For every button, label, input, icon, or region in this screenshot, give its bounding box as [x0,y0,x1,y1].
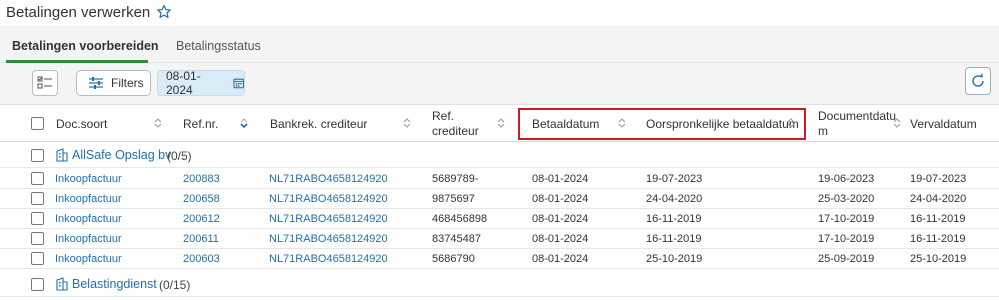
ref-nr-link[interactable]: 200611 [183,233,219,245]
ref-crediteur-cell: 5689789- [432,173,479,185]
group-name[interactable]: AllSafe Opslag bv [72,148,171,162]
table-row[interactable]: Inkoopfactuur 200603 NL71RABO4658124920 … [0,249,999,269]
col-bankrek-crediteur[interactable]: Bankrek. crediteur [270,117,367,131]
checklist-icon [37,76,52,89]
page-header: Betalingen verwerken [0,0,999,24]
select-columns-button[interactable] [32,70,58,96]
date-value: 08-01-2024 [166,69,201,97]
bankrek-link[interactable]: NL71RABO4658124920 [269,233,388,245]
group-checkbox[interactable] [31,149,44,162]
vervaldatum-cell: 25-10-2019 [910,253,967,265]
select-all-checkbox[interactable] [31,117,44,130]
documentdatum-cell: 19-06-2023 [818,173,875,185]
betaaldatum-cell: 08-01-2024 [532,193,589,205]
filters-label: Filters [111,76,144,90]
documentdatum-cell: 17-10-2019 [818,233,875,245]
table-row[interactable]: Inkoopfactuur 200611 NL71RABO4658124920 … [0,229,999,249]
refresh-icon [972,73,984,87]
vervaldatum-cell: 16-11-2019 [910,233,966,245]
vervaldatum-cell: 19-07-2023 [910,173,967,185]
date-filter-chip[interactable]: 08-01-2024 [157,69,245,97]
tab-bar: Betalingen voorbereiden Betalingsstatus [0,26,999,63]
ref-nr-link[interactable]: 200612 [183,213,220,225]
bankrek-link[interactable]: NL71RABO4658124920 [269,173,388,185]
table-header: Doc.soort Ref.nr. Bankrek. crediteur Ref… [0,105,999,142]
ref-nr-link[interactable]: 200883 [183,173,220,185]
group-row-allsafe[interactable]: AllSafe Opslag bv (0/5) [0,143,999,168]
row-checkbox[interactable] [31,252,44,265]
betaaldatum-cell: 08-01-2024 [532,173,589,185]
col-ref-crediteur-line2[interactable]: crediteur [432,124,479,138]
oorspronkelijke-cell: 24-04-2020 [646,193,703,205]
col-documentdatum-line2[interactable]: m [818,124,828,138]
table-row[interactable]: Inkoopfactuur 200658 NL71RABO4658124920 … [0,189,999,209]
betaaldatum-cell: 08-01-2024 [532,233,589,245]
documentdatum-cell: 17-10-2019 [818,213,875,225]
ref-nr-link[interactable]: 200658 [183,193,220,205]
betaaldatum-cell: 08-01-2024 [532,253,589,265]
vervaldatum-cell: 24-04-2020 [910,193,967,205]
documentdatum-cell: 25-09-2019 [818,253,875,265]
col-doc-soort[interactable]: Doc.soort [56,117,107,131]
table-row[interactable]: Inkoopfactuur 200612 NL71RABO4658124920 … [0,209,999,229]
doc-soort-link[interactable]: Inkoopfactuur [55,213,122,225]
sort-icon[interactable] [497,118,505,128]
row-checkbox[interactable] [31,172,44,185]
sliders-icon [89,77,103,89]
ref-crediteur-cell: 468456898 [432,213,488,225]
bankrek-link[interactable]: NL71RABO4658124920 [269,213,388,225]
sort-desc-icon[interactable] [240,118,248,128]
ref-crediteur-cell: 83745487 [432,233,481,245]
group-checkbox[interactable] [31,278,44,291]
tab-betalingen-voorbereiden[interactable]: Betalingen voorbereiden [12,39,159,53]
table-row[interactable]: Inkoopfactuur 200883 NL71RABO4658124920 … [0,169,999,189]
group-count: (0/5) [167,149,192,163]
building-icon [56,277,68,291]
calendar-icon[interactable] [232,77,244,89]
star-icon[interactable] [156,4,172,20]
row-checkbox[interactable] [31,232,44,245]
oorspronkelijke-cell: 25-10-2019 [646,253,703,265]
row-checkbox[interactable] [31,212,44,225]
vervaldatum-cell: 16-11-2019 [910,213,966,225]
oorspronkelijke-cell: 16-11-2019 [646,213,702,225]
oorspronkelijke-cell: 16-11-2019 [646,233,702,245]
doc-soort-link[interactable]: Inkoopfactuur [55,233,122,245]
highlight-box [518,108,806,140]
doc-soort-link[interactable]: Inkoopfactuur [55,173,122,185]
row-checkbox[interactable] [31,192,44,205]
col-vervaldatum[interactable]: Vervaldatum [910,117,977,131]
ref-nr-link[interactable]: 200603 [183,253,220,265]
group-count: (0/15) [159,278,191,292]
doc-soort-link[interactable]: Inkoopfactuur [55,193,122,205]
page-title: Betalingen verwerken [6,3,151,21]
col-documentdatum-line1[interactable]: Documentdatu [818,109,896,123]
bankrek-link[interactable]: NL71RABO4658124920 [269,253,388,265]
filters-button[interactable]: Filters [76,70,151,96]
bankrek-link[interactable]: NL71RABO4658124920 [269,193,388,205]
doc-soort-link[interactable]: Inkoopfactuur [55,253,122,265]
toolbar: Filters 08-01-2024 [0,63,999,105]
sort-icon[interactable] [403,118,411,128]
col-ref-nr[interactable]: Ref.nr. [183,117,218,131]
group-row-belastingdienst[interactable]: Belastingdienst (0/15) [0,272,999,297]
refresh-button[interactable] [965,67,991,95]
sort-icon[interactable] [893,118,901,128]
building-icon [56,148,68,162]
betaaldatum-cell: 08-01-2024 [532,213,589,225]
col-ref-crediteur-line1[interactable]: Ref. [432,109,454,123]
ref-crediteur-cell: 5686790 [432,253,475,265]
sort-icon[interactable] [154,118,162,128]
tab-betalingsstatus[interactable]: Betalingsstatus [176,39,261,53]
oorspronkelijke-cell: 19-07-2023 [646,173,703,185]
documentdatum-cell: 25-03-2020 [818,193,875,205]
group-name[interactable]: Belastingdienst [72,277,157,291]
ref-crediteur-cell: 9875697 [432,193,475,205]
